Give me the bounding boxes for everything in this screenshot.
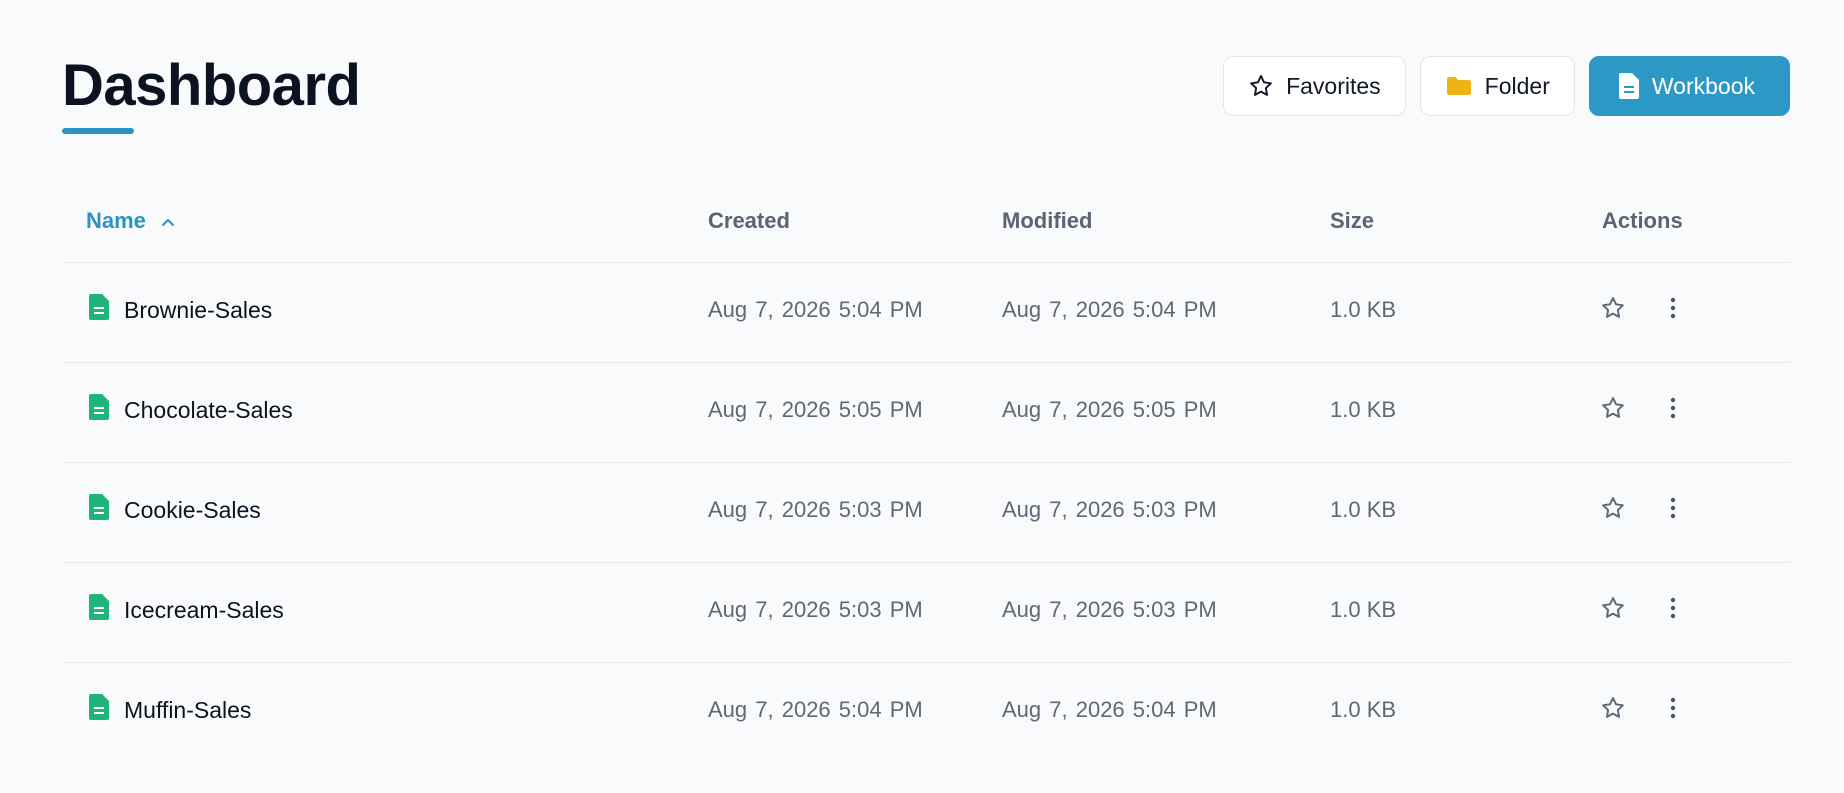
- spreadsheet-file-icon: [88, 593, 110, 627]
- star-outline-icon[interactable]: [1598, 691, 1628, 725]
- document-icon: [1618, 72, 1640, 100]
- page-header: Dashboard Favorites Folder Workbook: [62, 54, 1790, 138]
- file-name-cell[interactable]: Brownie-Sales: [88, 293, 272, 327]
- file-size: 1.0 KB: [1330, 597, 1397, 622]
- dashboard-page: Dashboard Favorites Folder Workbook Name…: [0, 0, 1844, 793]
- column-header-actions: Actions: [1602, 208, 1683, 233]
- header-actions: Favorites Folder Workbook: [1223, 56, 1790, 116]
- row-actions: [1598, 291, 1688, 325]
- file-name-cell[interactable]: Muffin-Sales: [88, 693, 251, 727]
- star-outline-icon[interactable]: [1598, 491, 1628, 525]
- table-body: Brownie-Sales Aug 7, 2026 5:04 PM Aug 7,…: [62, 263, 1790, 762]
- table-header: Name Created Modified Size Actions: [62, 190, 1790, 263]
- favorites-button-label: Favorites: [1286, 72, 1381, 99]
- spreadsheet-file-icon: [88, 393, 110, 427]
- files-table: Name Created Modified Size Actions Brown…: [62, 190, 1790, 762]
- row-actions: [1598, 491, 1688, 525]
- file-name: Chocolate-Sales: [124, 396, 293, 423]
- title-underline: [62, 128, 134, 134]
- spreadsheet-file-icon: [88, 493, 110, 527]
- created-date: Aug 7, 2026 5:05 PM: [708, 397, 923, 422]
- file-size: 1.0 KB: [1330, 397, 1397, 422]
- star-outline-icon[interactable]: [1598, 391, 1628, 425]
- column-header-size[interactable]: Size: [1330, 208, 1374, 234]
- created-date: Aug 7, 2026 5:03 PM: [708, 597, 923, 622]
- file-size: 1.0 KB: [1330, 497, 1397, 522]
- row-actions: [1598, 591, 1688, 625]
- file-name-cell[interactable]: Cookie-Sales: [88, 493, 261, 527]
- modified-date: Aug 7, 2026 5:04 PM: [1002, 697, 1217, 722]
- column-header-name[interactable]: Name: [86, 208, 176, 234]
- table-row[interactable]: Chocolate-Sales Aug 7, 2026 5:05 PM Aug …: [62, 363, 1790, 463]
- more-vertical-icon[interactable]: [1658, 491, 1688, 525]
- column-header-name-label: Name: [86, 208, 146, 233]
- file-name: Cookie-Sales: [124, 496, 261, 523]
- more-vertical-icon[interactable]: [1658, 391, 1688, 425]
- modified-date: Aug 7, 2026 5:05 PM: [1002, 397, 1217, 422]
- file-name-cell[interactable]: Chocolate-Sales: [88, 393, 293, 427]
- table-row[interactable]: Cookie-Sales Aug 7, 2026 5:03 PM Aug 7, …: [62, 463, 1790, 563]
- star-icon: [1248, 73, 1274, 99]
- file-size: 1.0 KB: [1330, 297, 1397, 322]
- page-title: Dashboard: [62, 53, 361, 118]
- file-size: 1.0 KB: [1330, 697, 1397, 722]
- more-vertical-icon[interactable]: [1658, 291, 1688, 325]
- file-name: Icecream-Sales: [124, 596, 284, 623]
- row-actions: [1598, 691, 1688, 725]
- chevron-up-icon: [160, 208, 176, 234]
- more-vertical-icon[interactable]: [1658, 691, 1688, 725]
- workbook-button[interactable]: Workbook: [1588, 56, 1790, 116]
- folder-button[interactable]: Folder: [1419, 56, 1575, 116]
- spreadsheet-file-icon: [88, 293, 110, 327]
- workbook-button-label: Workbook: [1651, 72, 1755, 99]
- modified-date: Aug 7, 2026 5:04 PM: [1002, 297, 1217, 322]
- star-outline-icon[interactable]: [1598, 591, 1628, 625]
- file-name: Brownie-Sales: [124, 296, 273, 323]
- folder-icon: [1445, 74, 1473, 98]
- favorites-button[interactable]: Favorites: [1223, 56, 1406, 116]
- folder-button-label: Folder: [1484, 72, 1550, 99]
- table-row[interactable]: Icecream-Sales Aug 7, 2026 5:03 PM Aug 7…: [62, 563, 1790, 663]
- table-row[interactable]: Brownie-Sales Aug 7, 2026 5:04 PM Aug 7,…: [62, 263, 1790, 363]
- more-vertical-icon[interactable]: [1658, 591, 1688, 625]
- file-name-cell[interactable]: Icecream-Sales: [88, 593, 284, 627]
- file-name: Muffin-Sales: [124, 696, 252, 723]
- star-outline-icon[interactable]: [1598, 291, 1628, 325]
- created-date: Aug 7, 2026 5:04 PM: [708, 697, 923, 722]
- row-actions: [1598, 391, 1688, 425]
- created-date: Aug 7, 2026 5:03 PM: [708, 497, 923, 522]
- table-row[interactable]: Muffin-Sales Aug 7, 2026 5:04 PM Aug 7, …: [62, 663, 1790, 762]
- column-header-modified[interactable]: Modified: [1002, 208, 1092, 234]
- modified-date: Aug 7, 2026 5:03 PM: [1002, 497, 1217, 522]
- spreadsheet-file-icon: [88, 693, 110, 727]
- modified-date: Aug 7, 2026 5:03 PM: [1002, 597, 1217, 622]
- created-date: Aug 7, 2026 5:04 PM: [708, 297, 923, 322]
- column-header-created[interactable]: Created: [708, 208, 790, 234]
